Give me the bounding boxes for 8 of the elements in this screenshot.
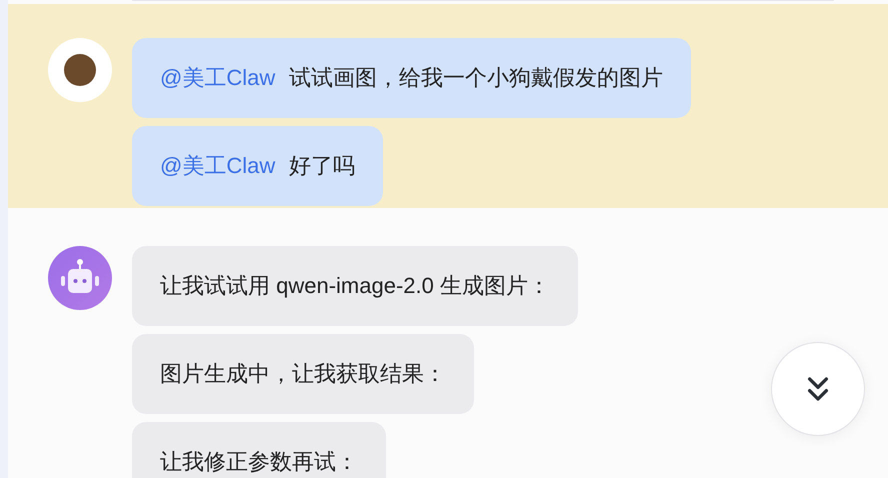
- mention-link[interactable]: @美工Claw: [160, 153, 276, 178]
- message-text: 好了吗: [289, 153, 356, 178]
- mention-link[interactable]: @美工Claw: [160, 65, 276, 90]
- message-text: 图片生成中，让我获取结果：: [160, 361, 446, 386]
- photo-placeholder: [64, 54, 96, 86]
- message-text: 让我修正参数再试：: [160, 449, 358, 474]
- message-text: 试试画图，给我一个小狗戴假发的图片: [289, 65, 664, 90]
- message-text: 让我试试用 qwen-image-2.0 生成图片：: [160, 273, 550, 298]
